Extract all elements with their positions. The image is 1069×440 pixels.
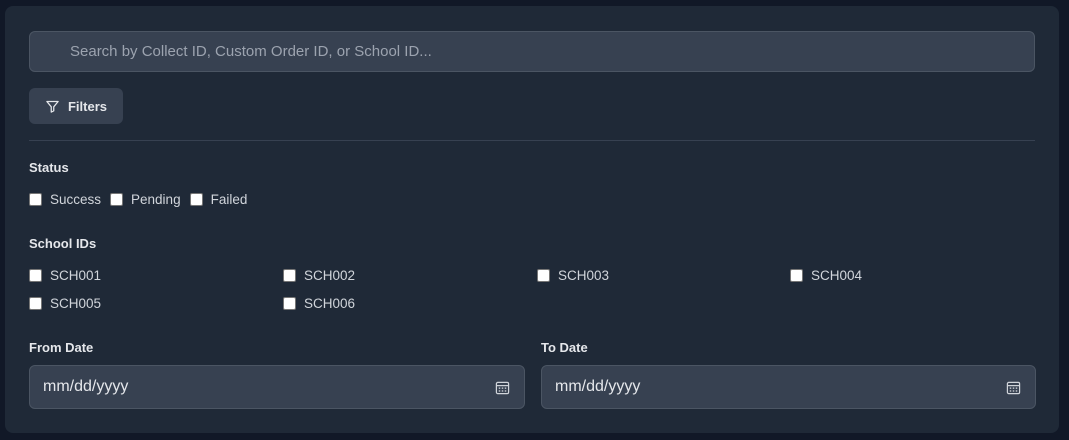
checkbox-label: SCH006: [304, 295, 356, 311]
checkbox[interactable]: [110, 192, 124, 206]
from-date-input[interactable]: mm/dd/yyyy: [29, 365, 525, 409]
status-options: Success Pending Failed: [29, 191, 247, 207]
checkbox[interactable]: [283, 268, 296, 282]
checkbox[interactable]: [29, 192, 42, 206]
checkbox[interactable]: [189, 192, 203, 206]
checkbox-label: SCH004: [811, 267, 863, 283]
checkbox-label: SCH003: [558, 267, 610, 283]
to-date-value: mm/dd/yyyy: [555, 378, 641, 395]
school-option-sch003[interactable]: SCH003: [537, 267, 609, 283]
filter-icon: [46, 100, 59, 113]
checkbox-label: SCH001: [50, 267, 102, 283]
status-option-pending[interactable]: Pending: [110, 191, 181, 207]
checkbox-label: Pending: [131, 191, 181, 207]
filter-panel: Filters Status Success Pending Failed Sc…: [5, 6, 1059, 433]
from-date-value: mm/dd/yyyy: [43, 378, 129, 395]
checkbox[interactable]: [537, 268, 550, 282]
filters-button[interactable]: Filters: [29, 88, 123, 124]
school-option-sch002[interactable]: SCH002: [283, 267, 355, 283]
checkbox[interactable]: [29, 296, 42, 310]
calendar-icon[interactable]: [495, 380, 510, 395]
checkbox-label: Success: [50, 191, 102, 207]
checkbox[interactable]: [29, 268, 42, 282]
school-option-sch001[interactable]: SCH001: [29, 267, 101, 283]
calendar-icon[interactable]: [1006, 380, 1021, 395]
checkbox-label: Failed: [210, 191, 248, 207]
status-option-failed[interactable]: Failed: [189, 191, 248, 207]
divider: [29, 140, 1035, 141]
checkbox-label: SCH002: [304, 267, 356, 283]
checkbox[interactable]: [283, 296, 296, 310]
from-date-label: From Date: [29, 340, 94, 355]
school-option-sch005[interactable]: SCH005: [29, 295, 101, 311]
school-ids-section-label: School IDs: [29, 236, 97, 251]
filters-button-label: Filters: [67, 98, 107, 114]
to-date-label: To Date: [541, 340, 588, 355]
checkbox-label: SCH005: [50, 295, 102, 311]
search-input[interactable]: [29, 31, 1035, 72]
status-section-label: Status: [29, 160, 69, 175]
checkbox[interactable]: [790, 268, 803, 282]
school-option-sch004[interactable]: SCH004: [790, 267, 862, 283]
school-option-sch006[interactable]: SCH006: [283, 295, 355, 311]
to-date-input[interactable]: mm/dd/yyyy: [541, 365, 1036, 409]
status-option-success[interactable]: Success: [29, 191, 101, 207]
